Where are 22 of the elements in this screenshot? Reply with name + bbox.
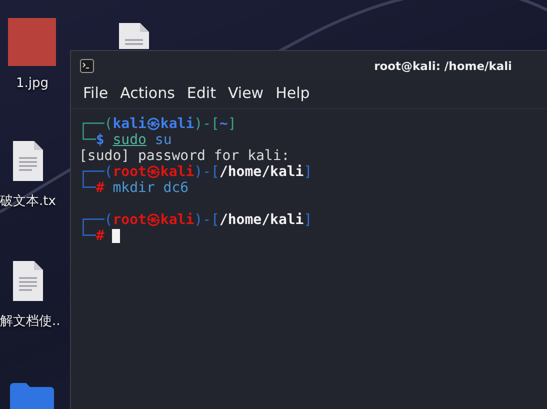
document-icon[interactable] bbox=[12, 140, 44, 182]
terminal-icon bbox=[80, 58, 94, 72]
terminal-line: ┌──(root㉿kali)-[/home/kali] bbox=[79, 164, 312, 180]
document-icon[interactable] bbox=[12, 260, 44, 302]
terminal-line: ┌──(root㉿kali)-[/home/kali] bbox=[79, 212, 312, 228]
folder-icon[interactable] bbox=[10, 383, 54, 409]
menu-item[interactable]: Edit bbox=[180, 82, 222, 104]
terminal-line: ┌──(kali㉿kali)-[~] bbox=[79, 116, 236, 132]
terminal-line: └─# mkdir dc6 bbox=[79, 180, 189, 196]
terminal-line: └─$ sudo su bbox=[79, 132, 172, 148]
file-name[interactable]: 破文本.tx bbox=[0, 192, 56, 210]
menu-item[interactable]: File bbox=[77, 82, 114, 104]
menu-item[interactable]: View bbox=[222, 82, 270, 104]
terminal-line: └─# bbox=[79, 228, 104, 244]
menu-item[interactable]: Help bbox=[270, 82, 316, 104]
window-title: root@kali: /home/kali bbox=[374, 58, 512, 72]
file-name[interactable]: 1.jpg bbox=[16, 76, 49, 91]
document-icon[interactable] bbox=[118, 22, 150, 49]
file-name[interactable]: 解文档使.. bbox=[0, 312, 60, 330]
terminal-line: [sudo] password for kali: bbox=[79, 148, 290, 164]
text-cursor bbox=[112, 229, 120, 243]
menu-item[interactable]: Actions bbox=[114, 82, 181, 104]
